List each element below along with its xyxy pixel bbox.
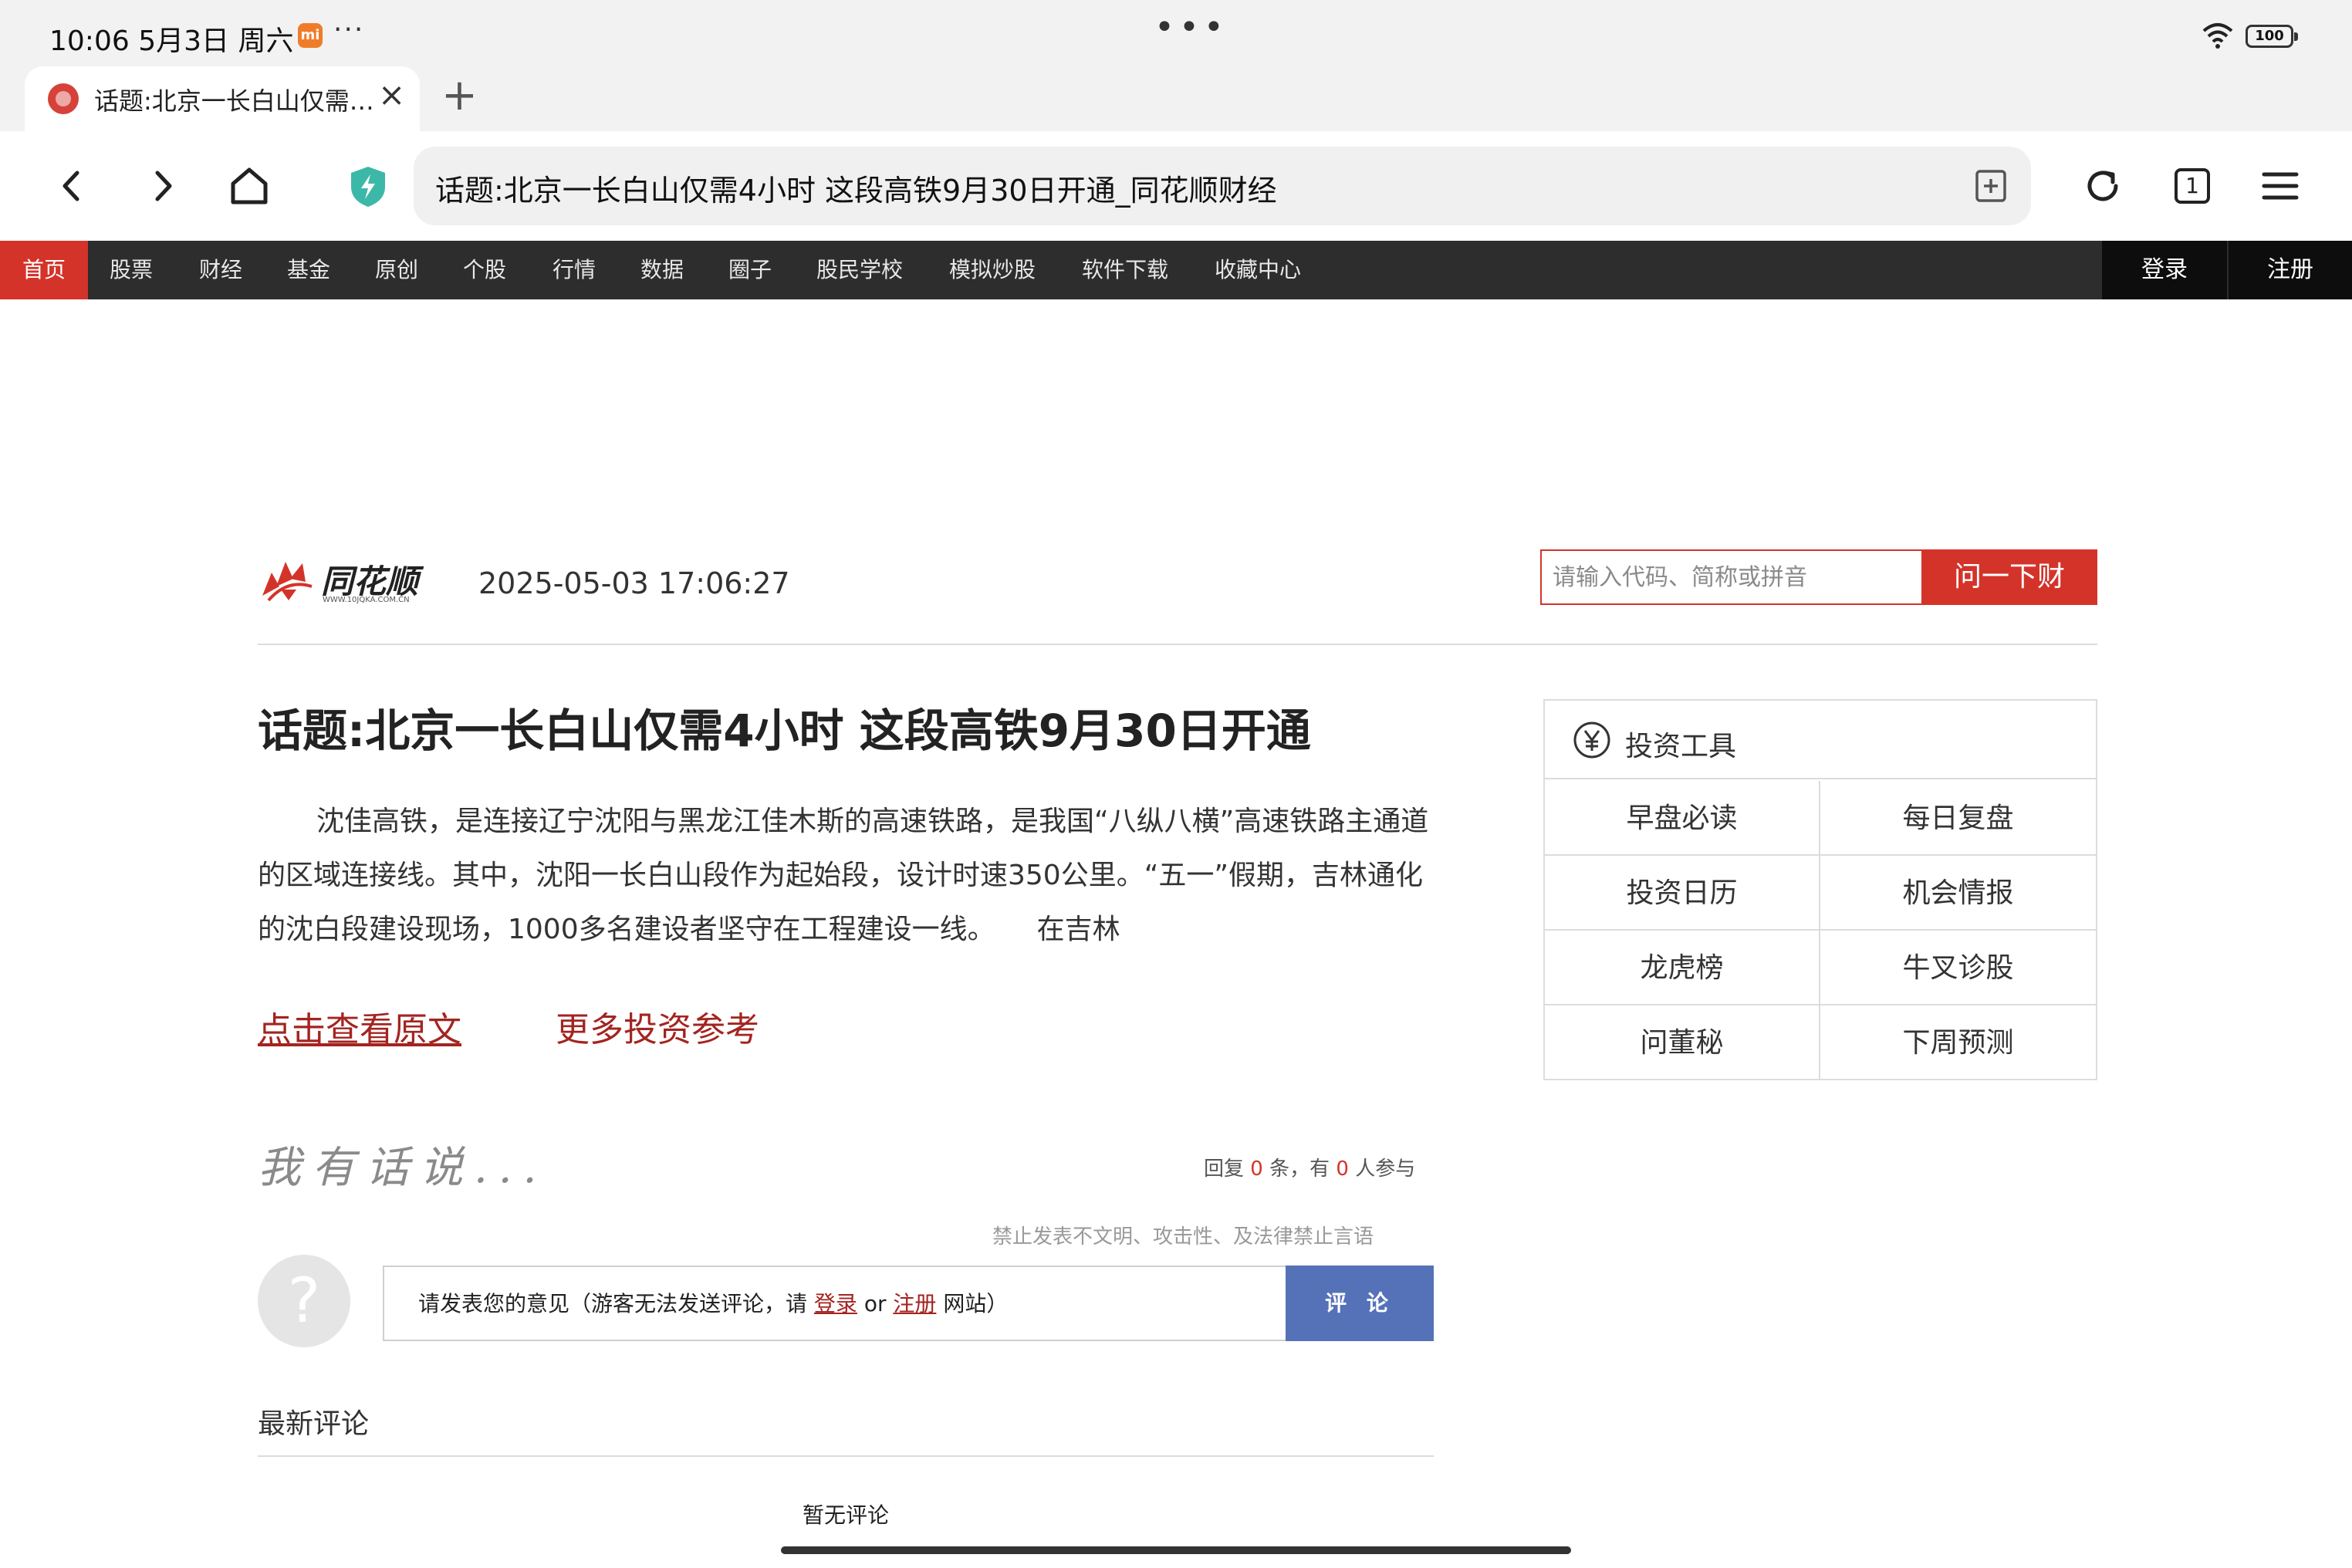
status-bar: 10:06 5月3日 周六 mi ··· ••• 100: [0, 0, 2352, 74]
search-button[interactable]: 问一下财: [1921, 551, 2097, 603]
comment-heading: 我有话说...: [258, 1143, 548, 1193]
browser-toolbar: 话题:北京一长白山仅需4小时 这段高铁9月30日开通_同花顺财经 1: [0, 131, 2352, 241]
stats-suffix: 人参与: [1355, 1157, 1416, 1181]
investment-tools: 投资工具 早盘必读 每日复盘 投资日历 机会情报 龙虎榜 牛叉诊股 问董秘 下周…: [1543, 699, 2097, 1080]
nav-data[interactable]: 数据: [619, 241, 705, 299]
multitask-dots-icon[interactable]: •••: [1154, 8, 1228, 47]
tool-opportunity-intel[interactable]: 机会情报: [1820, 856, 2096, 931]
divider: [258, 1455, 1434, 1457]
tool-dragon-tiger-list[interactable]: 龙虎榜: [1545, 931, 1820, 1005]
stock-search: 问一下财: [1540, 549, 2097, 605]
divider: [258, 644, 2097, 645]
comment-input[interactable]: 请发表您的意见（游客无法发送评论，请 登录 or 注册 网站）: [383, 1266, 1434, 1341]
login-button[interactable]: 登录: [2102, 241, 2227, 299]
tools-title: 投资工具: [1625, 731, 1737, 762]
tabs-count: 1: [2175, 168, 2210, 204]
participant-count: 0: [1336, 1157, 1349, 1181]
browser-tab[interactable]: 话题:北京一长白山仅需4小时 这段高铁9月30日开通_同花顺财经 ×: [25, 66, 420, 131]
forward-icon[interactable]: [139, 162, 187, 210]
nav-finance[interactable]: 财经: [177, 241, 264, 299]
nav-stocks[interactable]: 股票: [88, 241, 174, 299]
publish-date: 2025-05-03 17:06:27: [478, 566, 790, 600]
flower-logo-icon: [262, 562, 313, 602]
nav-funds[interactable]: 基金: [265, 241, 352, 299]
refresh-icon[interactable]: [2079, 162, 2127, 210]
nav-circles[interactable]: 圈子: [707, 241, 793, 299]
article-title: 话题:北京一长白山仅需4小时 这段高铁9月30日开通: [258, 705, 1311, 757]
nav-favorites[interactable]: 收藏中心: [1193, 241, 1323, 299]
hint-suffix: 网站）: [943, 1291, 1009, 1316]
mi-app-icon: mi: [298, 23, 323, 48]
stats-prefix: 回复: [1204, 1157, 1245, 1181]
logo-url: WWW.10JQKA.COM.CN: [323, 596, 410, 604]
menu-icon[interactable]: [2256, 162, 2304, 210]
hint-register-link[interactable]: 注册: [893, 1291, 936, 1316]
site-nav: 首页 股票 财经 基金 原创 个股 行情 数据 圈子 股民学校 模拟炒股 软件下…: [0, 241, 2352, 299]
tab-title: 话题:北京一长白山仅需4小时 这段高铁9月30日开通_同花顺财经: [94, 86, 380, 116]
nav-software-download[interactable]: 软件下载: [1060, 241, 1190, 299]
hint-login-link[interactable]: 登录: [814, 1291, 857, 1316]
latest-comments-title: 最新评论: [258, 1408, 370, 1440]
home-indicator[interactable]: [781, 1546, 1571, 1554]
add-bookmark-icon[interactable]: [1974, 168, 2008, 204]
tabs-count-icon[interactable]: 1: [2168, 162, 2216, 210]
status-more-icon: ···: [333, 14, 365, 46]
tool-daily-review[interactable]: 每日复盘: [1820, 781, 2096, 856]
comment-stats: 回复 0 条，有 0 人参与: [1204, 1153, 1415, 1181]
back-icon[interactable]: [48, 162, 96, 210]
tool-next-week-forecast[interactable]: 下周预测: [1820, 1005, 2096, 1080]
tool-morning-read[interactable]: 早盘必读: [1545, 781, 1820, 856]
yen-icon: [1573, 721, 1610, 759]
hint-prefix: 请发表您的意见（游客无法发送评论，请: [418, 1291, 808, 1316]
address-bar[interactable]: 话题:北京一长白山仅需4小时 这段高铁9月30日开通_同花顺财经: [414, 147, 2031, 225]
security-shield-icon[interactable]: [349, 165, 387, 208]
site-favicon-icon: [48, 83, 79, 114]
new-tab-icon[interactable]: +: [441, 71, 478, 120]
forbid-notice: 禁止发表不文明、攻击性、及法律禁止言语: [992, 1225, 1374, 1249]
submit-comment-button[interactable]: 评 论: [1286, 1266, 1434, 1341]
address-text[interactable]: 话题:北京一长白山仅需4小时 这段高铁9月30日开通_同花顺财经: [435, 167, 1277, 209]
comment-input-hint: 请发表您的意见（游客无法发送评论，请 登录 or 注册 网站）: [418, 1287, 1008, 1318]
no-comments-text: 暂无评论: [803, 1502, 890, 1528]
site-logo[interactable]: 同花顺 WWW.10JQKA.COM.CN: [258, 556, 424, 605]
nav-individual-stocks[interactable]: 个股: [441, 241, 528, 299]
more-reference-link[interactable]: 更多投资参考: [556, 1002, 759, 1051]
avatar: ?: [258, 1255, 350, 1347]
tab-close-icon[interactable]: ×: [378, 76, 405, 113]
home-icon[interactable]: [225, 162, 273, 210]
battery-icon: 100: [2246, 25, 2298, 48]
tool-ask-secretary[interactable]: 问董秘: [1545, 1005, 1820, 1080]
status-time: 10:06 5月3日 周六: [49, 25, 294, 57]
reply-count: 0: [1250, 1157, 1263, 1181]
register-button[interactable]: 注册: [2229, 241, 2352, 299]
nav-simulated-trading[interactable]: 模拟炒股: [928, 241, 1057, 299]
view-original-link[interactable]: 点击查看原文: [258, 1002, 461, 1051]
tool-stock-diagnosis[interactable]: 牛叉诊股: [1820, 931, 2096, 1005]
search-input[interactable]: [1542, 551, 1921, 603]
article-body: 沈佳高铁，是连接辽宁沈阳与黑龙江佳木斯的高速铁路，是我国“八纵八横”高速铁路主通…: [258, 806, 1429, 945]
stats-mid: 条，有: [1269, 1157, 1330, 1181]
wifi-icon: [2202, 23, 2233, 49]
nav-original[interactable]: 原创: [353, 241, 440, 299]
tools-header: 投资工具: [1545, 701, 2096, 779]
nav-market[interactable]: 行情: [531, 241, 617, 299]
nav-home[interactable]: 首页: [0, 241, 88, 299]
tool-investment-calendar[interactable]: 投资日历: [1545, 856, 1820, 931]
browser-chrome: 10:06 5月3日 周六 mi ··· ••• 100 话题:北京一长白山仅需…: [0, 0, 2352, 241]
nav-school[interactable]: 股民学校: [795, 241, 924, 299]
hint-or: or: [863, 1291, 887, 1316]
